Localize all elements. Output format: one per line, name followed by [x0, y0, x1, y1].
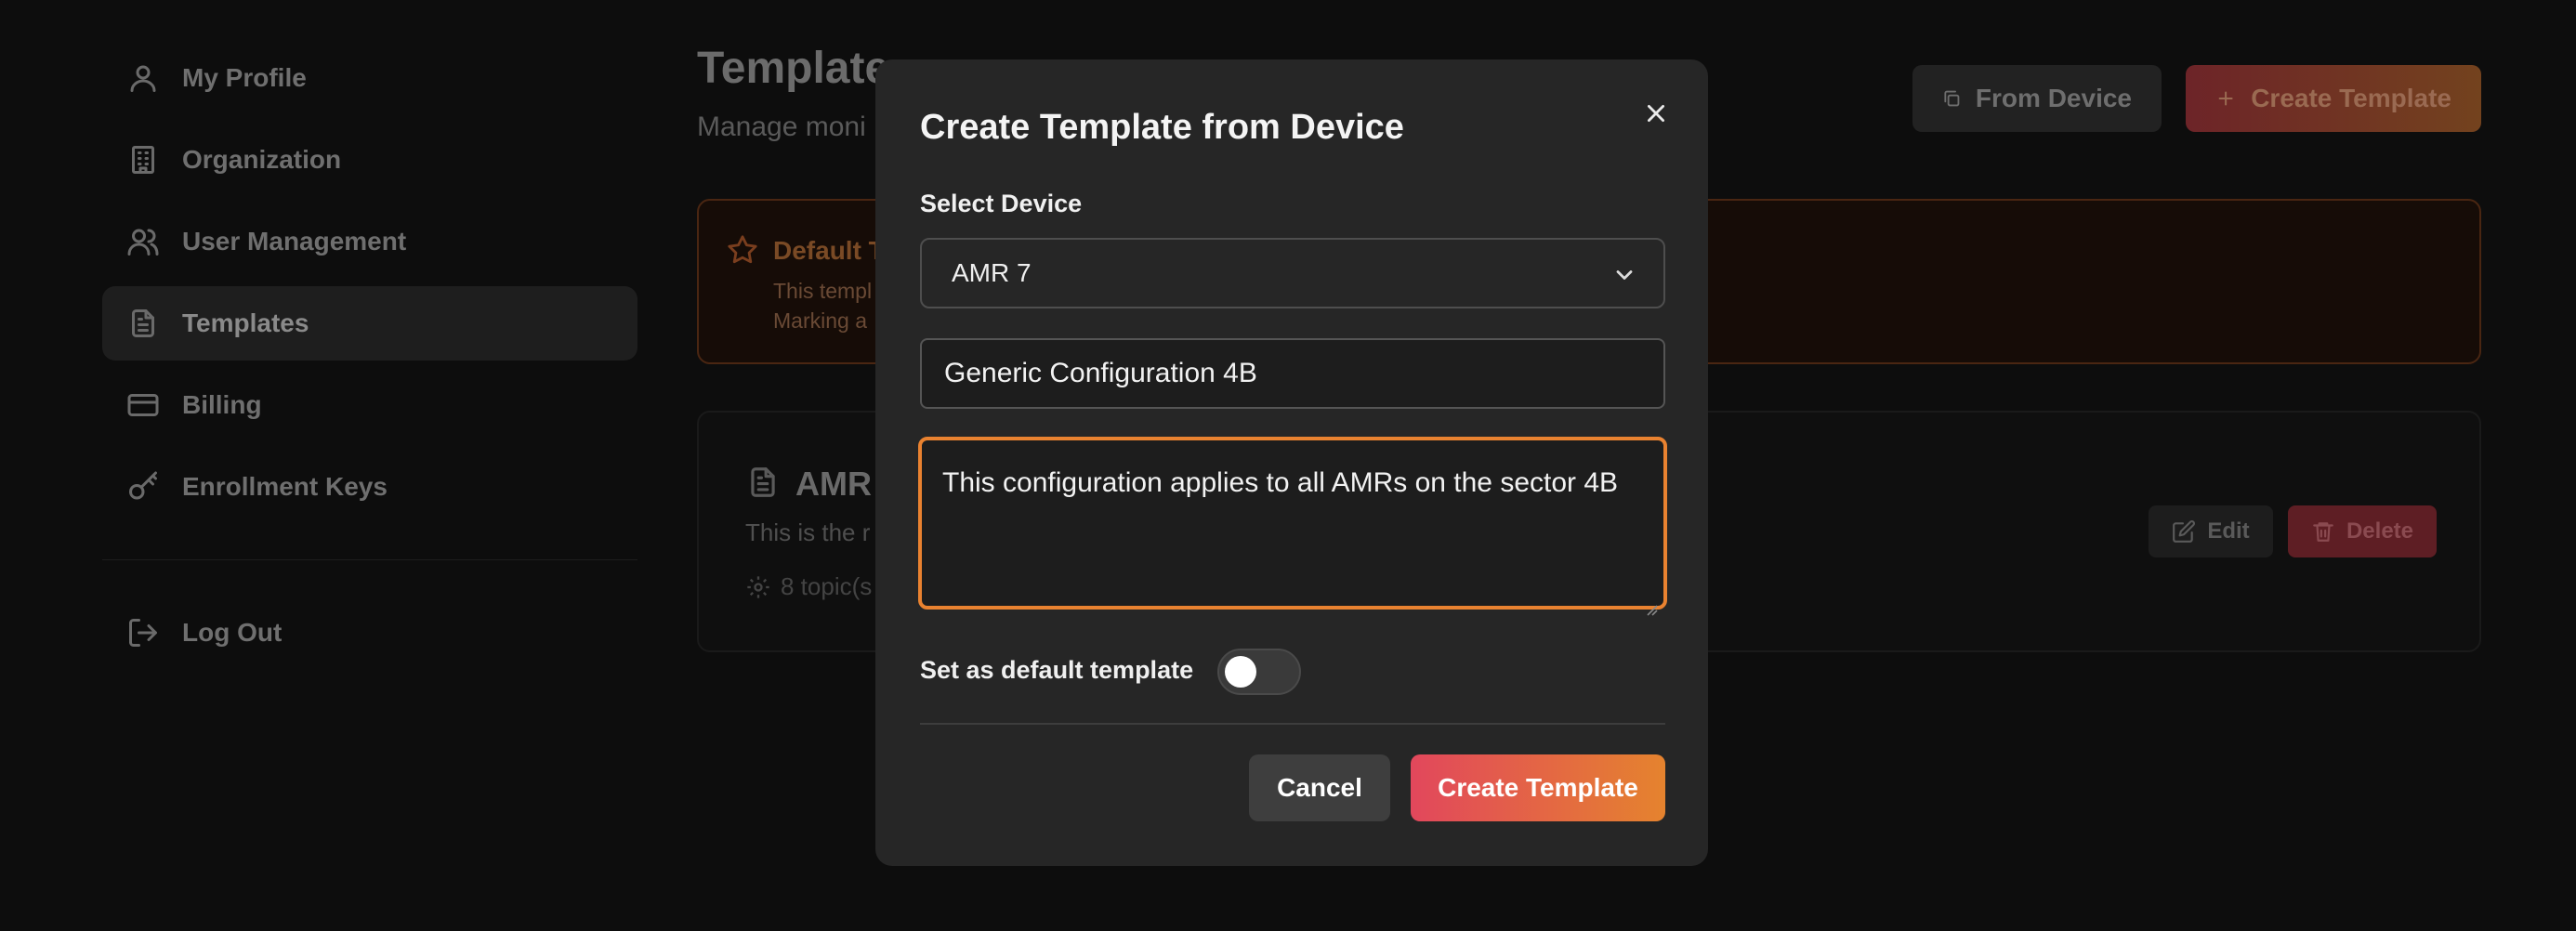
default-template-toggle-label: Set as default template: [920, 656, 1194, 684]
sidebar-item-billing[interactable]: Billing: [102, 368, 637, 442]
log-out-icon: [125, 614, 162, 651]
page-subtitle: Manage moni: [697, 111, 866, 142]
star-icon: [727, 234, 758, 270]
from-device-label: From Device: [1975, 84, 2132, 112]
page-title: Template: [697, 44, 890, 93]
device-select-value: AMR 7: [952, 258, 1032, 287]
logout-label: Log Out: [182, 618, 283, 647]
cancel-button[interactable]: Cancel: [1249, 754, 1390, 821]
building-icon: [125, 141, 162, 178]
sidebar-item-label: Templates: [182, 308, 309, 337]
delete-button[interactable]: Delete: [2288, 505, 2437, 557]
trash-icon: [2313, 522, 2333, 542]
plus-icon: [2218, 91, 2233, 106]
create-template-submit-label: Create Template: [1438, 773, 1638, 802]
users-icon: [125, 223, 162, 260]
cancel-label: Cancel: [1277, 773, 1362, 802]
copy-icon: [1944, 90, 1960, 107]
create-template-button[interactable]: Create Template: [2186, 65, 2481, 132]
toggle-knob: [1225, 656, 1256, 688]
sidebar: My Profile Organization User Management …: [102, 41, 637, 677]
create-template-label: Create Template: [2251, 84, 2451, 112]
modal-title: Create Template from Device: [920, 108, 1404, 147]
sidebar-item-label: Enrollment Keys: [182, 472, 388, 501]
sidebar-item-label: Organization: [182, 145, 342, 174]
edit-button[interactable]: Edit: [2149, 505, 2273, 557]
user-icon: [125, 59, 162, 97]
template-name-value: Generic Configuration 4B: [944, 358, 1257, 388]
sidebar-item-templates[interactable]: Templates: [102, 286, 637, 361]
sidebar-divider: [102, 559, 637, 560]
alert-text-line: This templ: [773, 279, 873, 303]
device-select[interactable]: AMR 7: [920, 238, 1665, 308]
create-template-modal: Create Template from Device Select Devic…: [875, 59, 1708, 866]
close-icon: [1648, 105, 1664, 122]
sidebar-item-organization[interactable]: Organization: [102, 123, 637, 197]
modal-divider: [920, 723, 1665, 725]
sidebar-item-my-profile[interactable]: My Profile: [102, 41, 637, 115]
key-icon: [125, 468, 162, 505]
create-template-submit-button[interactable]: Create Template: [1411, 754, 1665, 821]
template-description-textarea[interactable]: This configuration applies to all AMRs o…: [918, 437, 1667, 616]
gear-icon: [747, 575, 769, 598]
template-name-input[interactable]: Generic Configuration 4B: [920, 338, 1665, 409]
template-card-meta: 8 topic(s: [745, 572, 872, 601]
sidebar-item-label: My Profile: [182, 63, 307, 92]
logout-button[interactable]: Log Out: [102, 596, 637, 670]
edit-icon: [2173, 520, 2196, 543]
app-root: My Profile Organization User Management …: [0, 0, 2576, 931]
credit-card-icon: [125, 387, 162, 424]
alert-text-line: Marking a: [773, 308, 867, 333]
file-text-icon: [745, 465, 781, 505]
delete-label: Delete: [2346, 518, 2414, 544]
edit-label: Edit: [2207, 518, 2250, 544]
select-device-label: Select Device: [920, 190, 1083, 217]
default-template-toggle[interactable]: [1217, 649, 1301, 695]
close-button[interactable]: [1636, 93, 1676, 134]
sidebar-item-label: Billing: [182, 390, 262, 419]
alert-title: Default T: [773, 236, 885, 265]
from-device-button[interactable]: From Device: [1912, 65, 2162, 132]
sidebar-item-enrollment-keys[interactable]: Enrollment Keys: [102, 450, 637, 524]
topic-count: 8 topic(s: [781, 572, 873, 600]
file-text-icon: [125, 305, 162, 342]
sidebar-item-user-management[interactable]: User Management: [102, 204, 637, 279]
template-card-description: This is the r: [745, 518, 871, 546]
sidebar-item-label: User Management: [182, 227, 407, 256]
chevron-down-icon: [1611, 262, 1637, 295]
template-description-value: This configuration applies to all AMRs o…: [942, 467, 1619, 498]
resize-handle-icon[interactable]: [1643, 585, 1658, 616]
template-card-title: AMR: [795, 465, 872, 503]
